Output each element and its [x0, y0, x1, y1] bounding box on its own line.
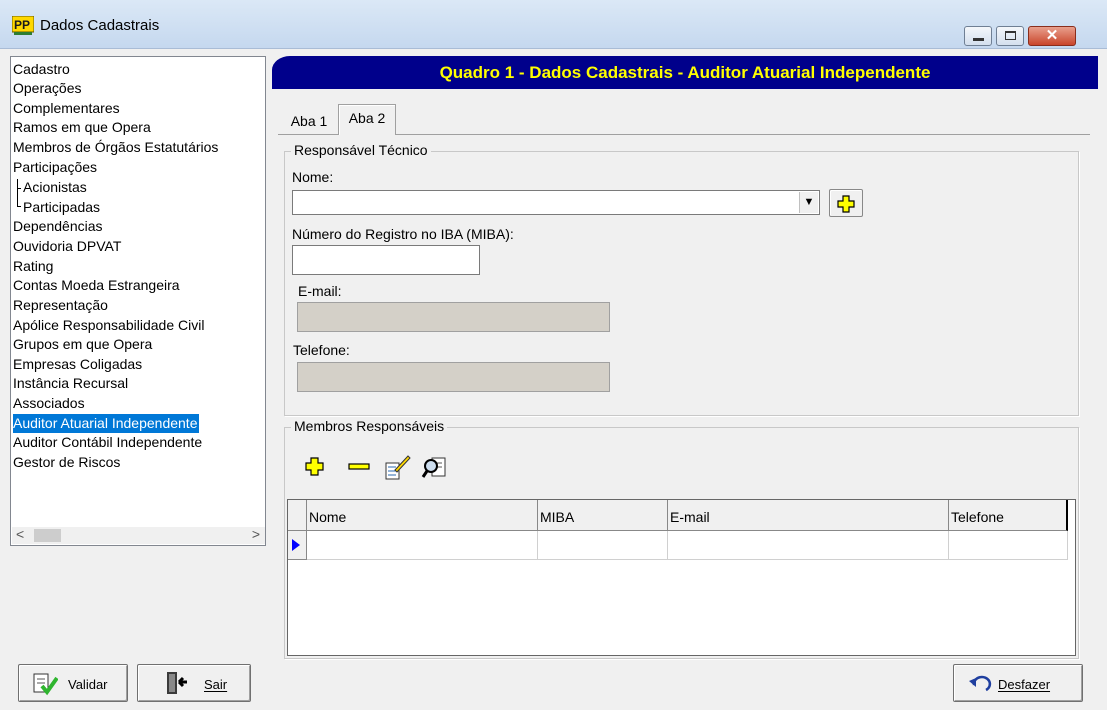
scroll-right-icon[interactable]: > — [252, 526, 260, 542]
validar-button[interactable]: Validar — [18, 664, 128, 702]
membros-table[interactable]: Nome MIBA E-mail Telefone — [287, 499, 1076, 656]
nav-item-apolice[interactable]: Apólice Responsabilidade Civil — [13, 316, 206, 335]
nav-item-participacoes[interactable]: Participações — [13, 158, 99, 177]
telefone-field — [297, 362, 610, 392]
minimize-icon — [973, 38, 984, 41]
column-header-miba[interactable]: MIBA — [538, 500, 668, 531]
email-label: E-mail: — [298, 283, 342, 299]
plus-icon — [837, 195, 855, 213]
nav-item-membros-orgaos[interactable]: Membros de Órgãos Estatutários — [13, 138, 220, 157]
tree-connector — [17, 206, 21, 207]
sair-button[interactable]: Sair — [137, 664, 251, 702]
maximize-icon — [1005, 31, 1016, 40]
nav-item-participadas[interactable]: Participadas — [23, 198, 102, 217]
nav-item-complementares[interactable]: Complementares — [13, 99, 122, 118]
search-icon[interactable] — [420, 452, 450, 482]
app-icon: PP — [12, 16, 34, 35]
tab-aba-2[interactable]: Aba 2 — [338, 104, 396, 135]
column-header-nome[interactable]: Nome — [307, 500, 538, 531]
validar-label: Validar — [68, 677, 108, 692]
nav-item-associados[interactable]: Associados — [13, 394, 87, 413]
scroll-thumb[interactable] — [34, 529, 61, 542]
table-cell-miba[interactable] — [538, 531, 668, 560]
nav-item-representacao[interactable]: Representação — [13, 296, 110, 315]
miba-input[interactable] — [292, 245, 480, 275]
scroll-left-icon[interactable]: < — [16, 526, 24, 542]
add-responsavel-button[interactable] — [829, 189, 863, 217]
nav-item-empresas-coligadas[interactable]: Empresas Coligadas — [13, 355, 144, 374]
desfazer-button[interactable]: Desfazer — [953, 664, 1083, 702]
edit-icon[interactable] — [382, 452, 412, 482]
telefone-label: Telefone: — [293, 342, 350, 358]
responsavel-group-title: Responsável Técnico — [291, 142, 431, 158]
sair-label: Sair — [204, 677, 228, 692]
miba-label: Número do Registro no IBA (MIBA): — [292, 226, 514, 242]
nav-item-contas-moeda[interactable]: Contas Moeda Estrangeira — [13, 276, 182, 295]
nome-combobox[interactable]: ▼ — [292, 190, 820, 215]
column-header-email[interactable]: E-mail — [668, 500, 949, 531]
remove-icon[interactable] — [344, 452, 374, 482]
header-bar: Quadro 1 - Dados Cadastrais - Auditor At… — [272, 56, 1098, 89]
column-header-telefone[interactable]: Telefone — [949, 500, 1068, 531]
current-row-icon — [292, 539, 300, 551]
add-icon[interactable] — [300, 452, 330, 482]
row-indicator-header — [288, 500, 307, 531]
nav-item-instancia-recursal[interactable]: Instância Recursal — [13, 374, 130, 393]
row-indicator — [288, 531, 307, 560]
nav-item-operacoes[interactable]: Operações — [13, 79, 83, 98]
nav-item-ouvidoria[interactable]: Ouvidoria DPVAT — [13, 237, 123, 256]
nav-item-auditor-atuarial[interactable]: Auditor Atuarial Independente — [13, 414, 200, 433]
maximize-button[interactable] — [996, 26, 1024, 46]
svg-text:PP: PP — [14, 18, 30, 32]
membros-group-title: Membros Responsáveis — [291, 418, 448, 434]
tree-connector — [17, 179, 18, 206]
tree-connector — [17, 188, 21, 189]
undo-icon — [969, 675, 992, 692]
table-cell-telefone[interactable] — [949, 531, 1068, 560]
nav-tree[interactable]: Cadastro Operações Complementares Ramos … — [10, 56, 266, 546]
nome-label: Nome: — [292, 169, 334, 185]
chevron-down-icon[interactable]: ▼ — [799, 192, 818, 213]
nav-item-grupos[interactable]: Grupos em que Opera — [13, 335, 154, 354]
email-field — [297, 302, 610, 332]
table-cell-nome[interactable] — [307, 531, 538, 560]
minimize-button[interactable] — [964, 26, 992, 46]
tab-aba-1[interactable]: Aba 1 — [280, 108, 338, 134]
nav-item-auditor-contabil[interactable]: Auditor Contábil Independente — [13, 433, 204, 452]
title-bar: PP Dados Cadastrais ✕ — [0, 0, 1107, 49]
desfazer-label: Desfazer — [998, 677, 1051, 692]
close-icon: ✕ — [1045, 27, 1059, 44]
nav-item-ramos[interactable]: Ramos em que Opera — [13, 118, 153, 137]
nav-item-rating[interactable]: Rating — [13, 257, 55, 276]
close-button[interactable]: ✕ — [1028, 26, 1076, 46]
nav-item-gestor-riscos[interactable]: Gestor de Riscos — [13, 453, 122, 472]
exit-door-icon — [167, 672, 187, 694]
window-title: Dados Cadastrais — [40, 17, 160, 34]
horizontal-scrollbar[interactable]: < > — [12, 526, 265, 544]
validate-icon — [33, 673, 58, 696]
nav-item-cadastro[interactable]: Cadastro — [13, 60, 72, 79]
nav-item-acionistas[interactable]: Acionistas — [23, 178, 89, 197]
table-cell-email[interactable] — [668, 531, 949, 560]
page-title: Quadro 1 - Dados Cadastrais - Auditor At… — [439, 63, 931, 82]
nav-item-dependencias[interactable]: Dependências — [13, 217, 105, 236]
